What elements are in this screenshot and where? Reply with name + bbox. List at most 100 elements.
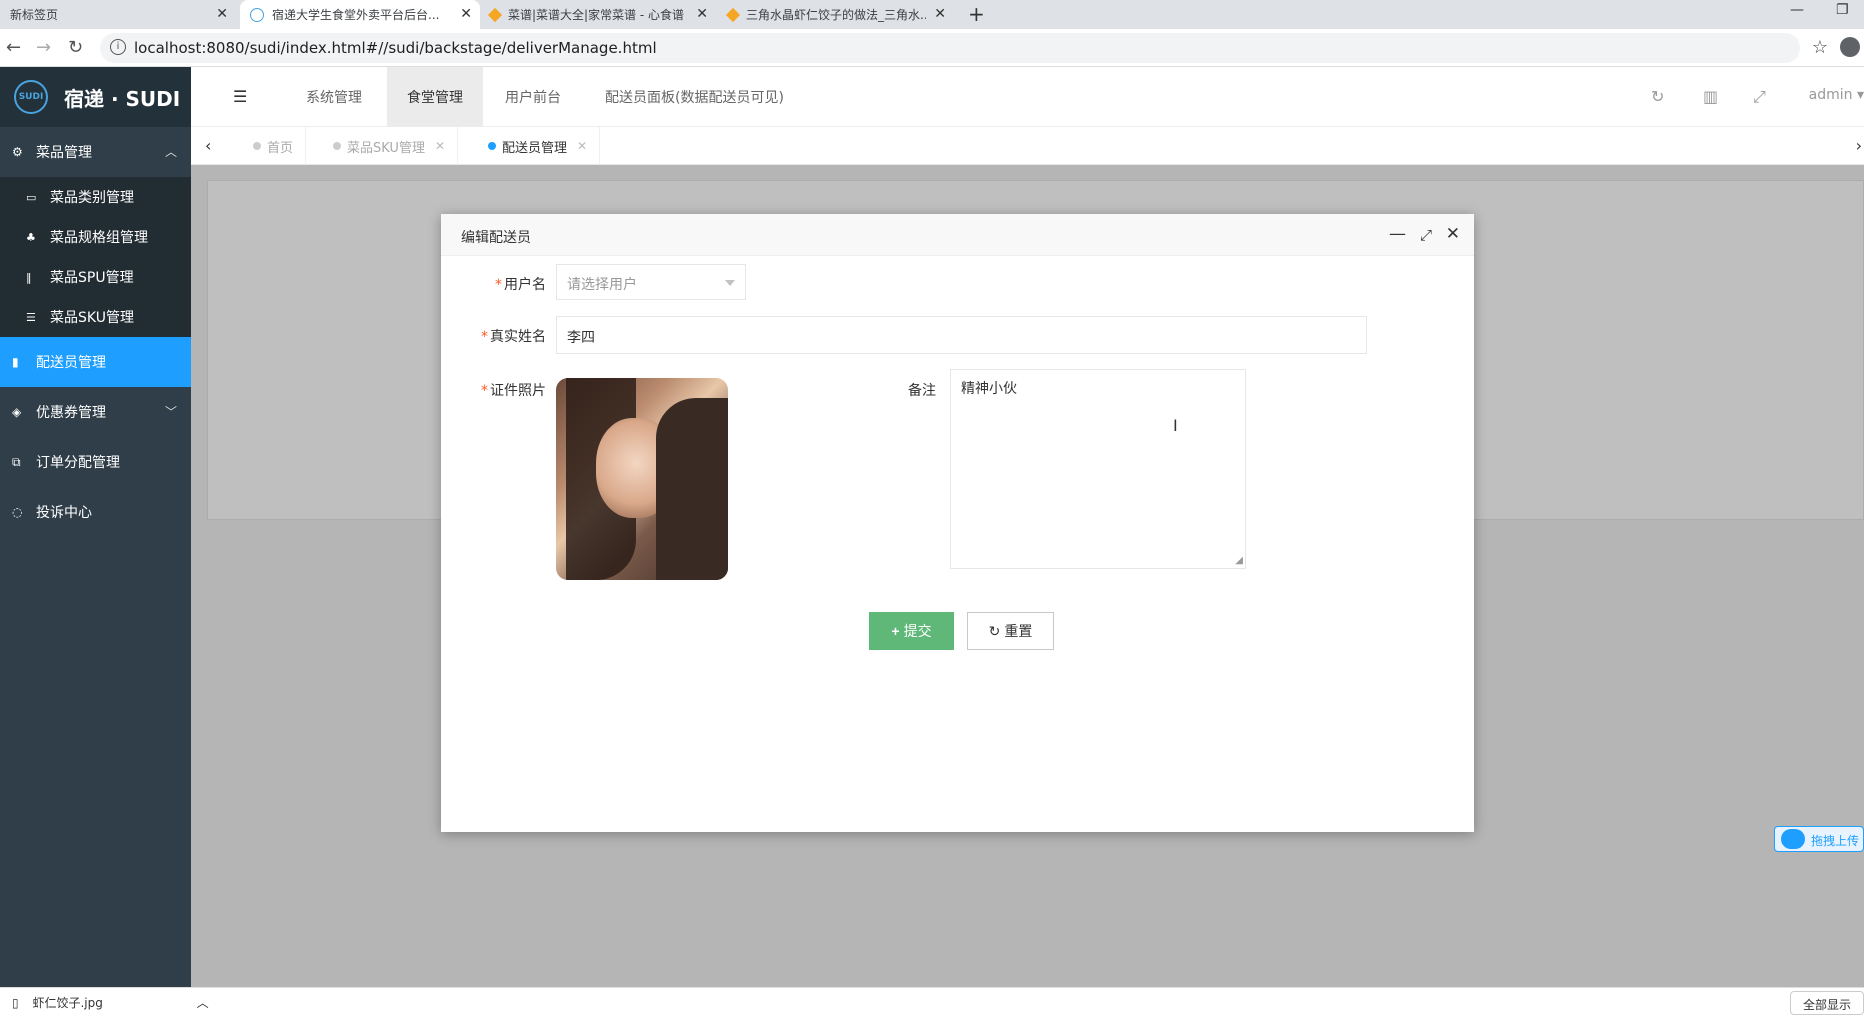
refresh-icon[interactable]: ↻: [1651, 87, 1664, 106]
nav-label: 食堂管理: [407, 90, 463, 106]
button-label: 全部显示: [1802, 998, 1851, 1012]
tab-dot: [253, 142, 261, 150]
fullscreen-icon[interactable]: ⤢: [1753, 87, 1766, 107]
page-tab-label: 配送员管理: [502, 140, 568, 156]
browser-tab[interactable]: 三角水晶虾仁饺子的做法_三角水... ✕: [718, 0, 954, 29]
id-photo[interactable]: [556, 378, 728, 580]
tag-icon: ◈: [12, 405, 22, 419]
chevron-right-icon[interactable]: ›: [1856, 136, 1862, 155]
sidebar: SUDI 宿递 · SUDI ⚙ 菜品管理 ︿ ▭ 菜品类别管理 ♣ 菜品规格组…: [0, 67, 191, 987]
close-icon[interactable]: ✕: [696, 6, 708, 22]
admin-menu[interactable]: admin ▾: [1809, 87, 1864, 103]
browser-tab-bar: 新标签页 ✕ 宿递大学生食堂外卖平台后台... ✕ 菜谱|菜谱大全|家常菜谱 -…: [0, 0, 1864, 29]
browser-tab[interactable]: 菜谱|菜谱大全|家常菜谱 - 心食谱 ✕: [480, 0, 716, 29]
sidebar-group-coupon[interactable]: ◈ 优惠券管理 ﹀: [0, 387, 191, 437]
photo-label: * 证件照片: [461, 380, 546, 400]
username-select[interactable]: 请选择用户: [556, 264, 746, 300]
close-icon[interactable]: ✕: [934, 6, 946, 22]
bookmark-star-icon[interactable]: ☆: [1812, 37, 1828, 58]
sidebar-item-order[interactable]: ⧉ 订单分配管理: [0, 437, 191, 487]
submit-button[interactable]: + 提交: [869, 612, 954, 650]
sidebar-item-label: 菜品SKU管理: [50, 310, 134, 326]
admin-label: admin: [1808, 87, 1853, 103]
close-icon[interactable]: ✕: [577, 139, 587, 153]
required-mark: *: [495, 277, 502, 293]
chevron-up-icon: ︿: [164, 145, 177, 159]
sidebar-group-dish[interactable]: ⚙ 菜品管理 ︿: [0, 127, 191, 177]
chevron-down-icon: ﹀: [164, 405, 177, 419]
required-mark: *: [481, 383, 488, 399]
chevron-up-icon[interactable]: ︿: [197, 996, 209, 1010]
page-tab-deliver[interactable]: 配送员管理 ✕: [476, 127, 601, 165]
lock-icon: ▮: [12, 355, 19, 369]
reload-icon[interactable]: ↻: [68, 37, 83, 58]
caret-down-icon: [725, 280, 735, 286]
gears-icon: ⚙: [12, 145, 23, 159]
sitemap-icon: ♣: [26, 230, 36, 244]
tab-dot: [488, 142, 496, 150]
nav-deliver-panel[interactable]: 配送员面板(数据配送员可见): [585, 67, 804, 127]
sidebar-item-label: 菜品SPU管理: [50, 270, 134, 286]
nav-canteen[interactable]: 食堂管理: [387, 67, 483, 127]
nav-system[interactable]: 系统管理: [286, 67, 382, 127]
sidebar-item-complaint[interactable]: ◌ 投诉中心: [0, 487, 191, 537]
menu-toggle-icon[interactable]: ☰: [233, 87, 247, 106]
input-value: 李四: [567, 330, 595, 346]
recipe-site-icon: [487, 7, 503, 22]
sidebar-submenu: ▭ 菜品类别管理 ♣ 菜品规格组管理 ‖ 菜品SPU管理 ☰ 菜品SKU管理: [0, 177, 191, 337]
page-tab-sku[interactable]: 菜品SKU管理 ✕: [321, 127, 459, 165]
cutlery-icon: ‖: [26, 270, 32, 284]
forward-icon[interactable]: →: [36, 37, 51, 58]
top-header: ☰ 系统管理 食堂管理 用户前台 配送员面板(数据配送员可见) ↻ ▥ ⤢ ad…: [191, 67, 1864, 127]
remark-textarea[interactable]: 精神小伙 ◢: [950, 369, 1246, 569]
browser-tab-title: 新标签页: [10, 8, 59, 22]
copy-icon: ⧉: [12, 454, 21, 469]
app-logo: SUDI 宿递 · SUDI: [0, 67, 191, 127]
cloud-icon: [1781, 829, 1805, 849]
plus-icon: +: [891, 623, 900, 639]
browser-tab[interactable]: 新标签页 ✕: [0, 0, 236, 29]
button-label: 重置: [1004, 623, 1033, 639]
site-icon: [250, 7, 264, 22]
new-tab-icon[interactable]: +: [968, 2, 985, 26]
realname-input[interactable]: 李四: [556, 316, 1367, 354]
trash-icon[interactable]: ▥: [1703, 87, 1718, 106]
url-input[interactable]: i localhost:8080/sudi/index.html#//sudi/…: [100, 33, 1800, 63]
close-icon[interactable]: ✕: [216, 6, 228, 22]
back-icon[interactable]: ←: [6, 37, 21, 58]
reset-button[interactable]: ↻ 重置: [967, 612, 1054, 650]
select-placeholder: 请选择用户: [567, 277, 637, 293]
download-item[interactable]: ▯ 虾仁饺子.jpg ︿: [12, 994, 209, 1011]
sidebar-item-spec-group[interactable]: ♣ 菜品规格组管理: [0, 217, 191, 257]
sidebar-item-sku[interactable]: ☰ 菜品SKU管理: [0, 297, 191, 337]
browser-tab-active[interactable]: 宿递大学生食堂外卖平台后台... ✕: [240, 0, 480, 29]
nav-label: 用户前台: [505, 90, 561, 106]
download-bar: ▯ 虾仁饺子.jpg ︿ 全部显示: [0, 987, 1864, 1016]
close-icon[interactable]: ✕: [460, 6, 472, 22]
page-tabs: ‹ 首页 菜品SKU管理 ✕ 配送员管理 ✕ ›: [191, 127, 1864, 165]
sidebar-item-deliver[interactable]: ▮ 配送员管理: [0, 337, 191, 387]
resize-grip-icon[interactable]: ◢: [1235, 555, 1243, 566]
drag-upload-widget[interactable]: 拖拽上传: [1774, 826, 1864, 852]
list-icon: ☰: [26, 310, 36, 324]
page-tab-home[interactable]: 首页: [241, 127, 307, 165]
sidebar-item-label: 订单分配管理: [36, 455, 120, 471]
minimize-icon[interactable]: —: [1790, 2, 1804, 18]
edit-deliver-dialog: 编辑配送员 — ⤢ ✕ * 用户名 请选择用户 * 真实姓名 李四 * 证件照片 备注…: [441, 214, 1474, 832]
sidebar-item-label: 菜品类别管理: [50, 190, 134, 206]
restore-icon[interactable]: ❐: [1836, 2, 1849, 18]
chevron-left-icon[interactable]: ‹: [205, 136, 211, 155]
textarea-value: 精神小伙: [961, 381, 1017, 397]
recipe-site-icon: [725, 7, 741, 22]
download-filename: 虾仁饺子.jpg: [32, 996, 103, 1010]
upload-label: 拖拽上传: [1811, 834, 1860, 848]
info-icon[interactable]: i: [110, 39, 126, 55]
nav-user-front[interactable]: 用户前台: [485, 67, 581, 127]
close-icon[interactable]: ✕: [435, 139, 445, 153]
label-text: 备注: [908, 383, 936, 399]
sidebar-item-dish-category[interactable]: ▭ 菜品类别管理: [0, 177, 191, 217]
show-all-button[interactable]: 全部显示: [1789, 991, 1864, 1015]
comment-icon: ◌: [12, 505, 23, 519]
sidebar-item-spu[interactable]: ‖ 菜品SPU管理: [0, 257, 191, 297]
account-icon[interactable]: [1840, 37, 1860, 57]
